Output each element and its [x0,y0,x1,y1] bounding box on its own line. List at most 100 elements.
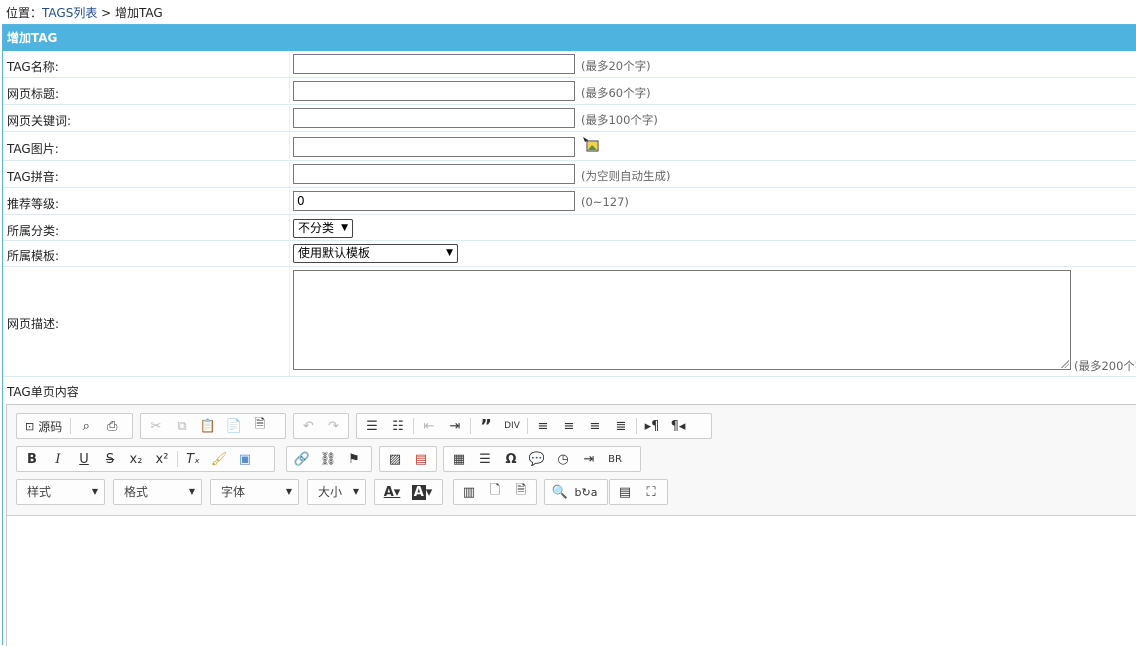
row-pinyin: TAG拼音: (为空则自动生成) [3,161,1136,188]
category-selected: 不分类 [298,221,335,235]
text-direction-ltr-icon[interactable]: ▸¶ [639,415,665,437]
italic-icon[interactable]: I [45,448,71,470]
link-icon[interactable]: 🔗 [289,448,315,470]
new-page-icon[interactable]: 🗋 [482,481,508,503]
bold-icon[interactable]: B [19,448,45,470]
toolbar-group-basicstyles: B I U S x₂ x² Tₓ 🖌 ▣ [16,446,275,472]
replace-icon[interactable]: b↻a [573,481,599,503]
align-justify-icon[interactable]: ≣ [608,415,634,437]
breadcrumb-current: 增加TAG [115,6,163,20]
cut-icon[interactable]: ✂ [143,415,169,437]
content-label: TAG单页内容 [7,385,79,399]
remove-format-icon[interactable]: Tₓ [180,448,206,470]
font-label: 字体 [221,485,246,499]
tag-name-input[interactable] [293,54,575,74]
smiley-icon[interactable]: 💬 [524,448,550,470]
table-icon[interactable]: ▦ [446,448,472,470]
align-center-icon[interactable]: ≡ [556,415,582,437]
paste-text-icon[interactable]: 📄 [221,415,247,437]
copy-format-icon[interactable]: 🖌 [206,448,232,470]
tag-image-label: TAG图片: [7,142,59,156]
maximize-icon[interactable]: ⛶ [638,481,664,503]
iframe-icon[interactable]: ◷ [550,448,576,470]
preview-icon[interactable]: ⌕ [73,415,99,437]
document-properties-icon[interactable]: 🗎 [508,481,534,503]
outdent-icon[interactable]: ⇤ [416,415,442,437]
resize-grip-icon[interactable] [1061,360,1069,368]
image-icon[interactable]: ▨ [382,448,408,470]
show-blocks-icon[interactable]: ▤ [612,481,638,503]
toolbar-group-templates: ▥ 🗋 🗎 [453,479,537,505]
row-keywords: 网页关键词: (最多100个字) [3,105,1136,132]
breadcrumb: 位置：TAGS列表 > 增加TAG [6,4,163,21]
page-title-input[interactable] [293,81,575,101]
undo-icon[interactable]: ↶ [296,415,321,437]
horizontal-rule-icon[interactable]: ☰ [472,448,498,470]
row-level: 推荐等级: (0~127) [3,188,1136,215]
indent-icon[interactable]: ⇥ [442,415,468,437]
bulleted-list-icon[interactable]: ☷ [385,415,411,437]
special-char-icon[interactable]: Ω [498,448,524,470]
find-icon[interactable]: 🔍 [547,481,573,503]
copy-icon[interactable]: ⧉ [169,415,195,437]
template-select[interactable]: 使用默认模板 ▼ [293,244,458,263]
blockquote-icon[interactable]: ” [473,415,499,437]
keywords-input[interactable] [293,108,575,128]
toolbar-group-media: ▨ ▤ [379,446,437,472]
subscript-icon[interactable]: x₂ [123,448,149,470]
page-title-hint: (最多60个字) [581,86,651,100]
align-left-icon[interactable]: ≡ [530,415,556,437]
source-label: 源码 [38,419,63,434]
pinyin-input[interactable] [293,164,575,184]
category-select[interactable]: 不分类 ▼ [293,219,353,238]
tag-image-input[interactable] [293,137,575,157]
underline-icon[interactable]: U [71,448,97,470]
size-combo[interactable]: 大小 ▼ [307,479,366,505]
format-combo[interactable]: 格式 ▼ [113,479,202,505]
toolbar-group-find: 🔍 b↻a [544,479,608,505]
flash-icon[interactable]: ▤ [408,448,434,470]
paste-icon[interactable]: 📋 [195,415,221,437]
description-label: 网页描述: [7,317,60,331]
redo-icon[interactable]: ↷ [321,415,346,437]
level-label: 推荐等级: [7,197,60,211]
align-right-icon[interactable]: ≡ [582,415,608,437]
format-painter-icon[interactable]: ▣ [232,448,258,470]
image-picker-icon[interactable] [583,137,599,153]
description-textarea[interactable] [293,270,1071,370]
keywords-label: 网页关键词: [7,114,72,128]
styles-combo[interactable]: 样式 ▼ [16,479,105,505]
toolbar-group-tools: ▤ ⛶ [609,479,668,505]
page-title-label: 网页标题: [7,87,60,101]
page-break-icon[interactable]: ⇥ [576,448,602,470]
editor-content-area[interactable] [7,516,1136,646]
breadcrumb-link-tags[interactable]: TAGS列表 [42,6,97,20]
text-color-icon[interactable]: A▾ [377,481,407,503]
row-tag-name: TAG名称: (最多20个字) [3,51,1136,78]
numbered-list-icon[interactable]: ☰ [359,415,385,437]
superscript-icon[interactable]: x² [149,448,175,470]
panel-title: 增加TAG [3,25,1136,51]
level-hint: (0~127) [581,195,629,209]
paste-word-icon[interactable]: 🗎 [247,415,273,437]
toolbar-group-undo: ↶ ↷ [293,413,349,439]
tag-name-label: TAG名称: [7,60,59,74]
rich-text-editor[interactable]: ⊡ 源码 ⌕ ⎙ ✂ ⧉ 📋 📄 🗎 ↶ ↷ ☰ ☷ ⇤ ⇥ ” DIV ≡ ≡… [6,404,1136,646]
div-container-icon[interactable]: DIV [499,415,525,437]
anchor-flag-icon[interactable]: ⚑ [341,448,367,470]
unlink-icon[interactable]: ⛓ [315,448,341,470]
text-direction-rtl-icon[interactable]: ¶◂ [665,415,691,437]
template-label: 所属模板: [7,249,60,263]
font-combo[interactable]: 字体 ▼ [210,479,299,505]
line-break-icon[interactable]: BR [602,448,628,470]
templates-icon[interactable]: ▥ [456,481,482,503]
strikethrough-icon[interactable]: S [97,448,123,470]
background-color-icon[interactable]: A ▾ [407,481,437,503]
source-button[interactable]: ⊡ 源码 [19,415,68,437]
toolbar-group-document: ⊡ 源码 ⌕ ⎙ [16,413,133,439]
level-input[interactable] [293,191,575,211]
row-description: 网页描述: (最多200个字) [3,267,1136,377]
template-selected: 使用默认模板 [298,246,371,260]
print-icon[interactable]: ⎙ [99,415,125,437]
row-content: TAG单页内容 [3,377,1136,403]
